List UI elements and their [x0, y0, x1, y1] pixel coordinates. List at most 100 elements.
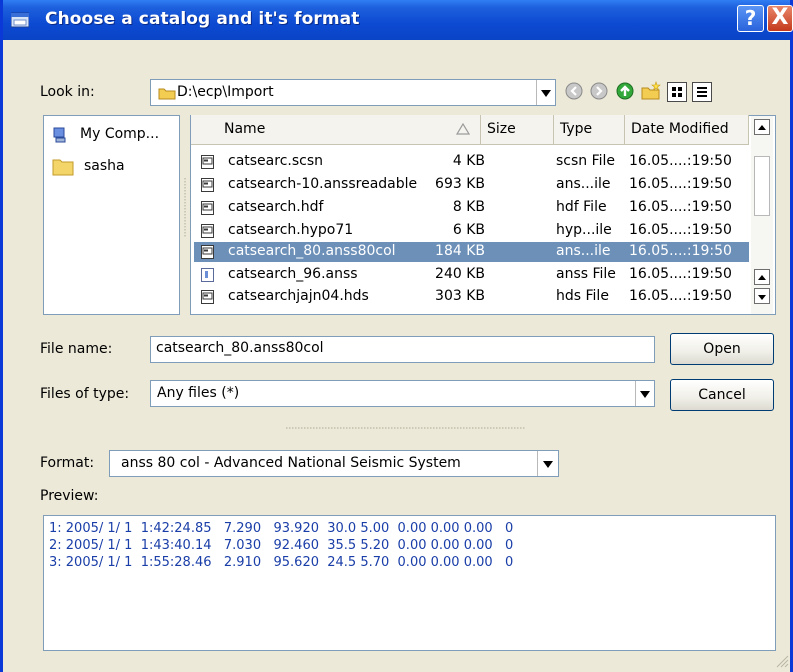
resize-grip[interactable]: [775, 654, 789, 668]
file-date: 16.05....:19:50: [629, 153, 732, 169]
column-header-name[interactable]: Name: [191, 115, 481, 145]
back-button[interactable]: [563, 80, 585, 102]
scroll-down-button[interactable]: [754, 288, 770, 304]
file-type: hdf File: [556, 199, 607, 215]
file-date: 16.05....:19:50: [629, 199, 732, 215]
file-row[interactable]: catsearc.scsn 4 KB scsn File 16.05....:1…: [194, 152, 749, 172]
file-size: 4 KB: [452, 153, 485, 169]
file-type: hds File: [556, 288, 609, 304]
format-combo[interactable]: anss 80 col - Advanced National Seismic …: [109, 450, 559, 477]
chevron-down-icon: [543, 461, 553, 468]
details-view-icon: [697, 87, 707, 97]
file-name: catsearch.hypo71: [228, 222, 354, 238]
place-label: sasha: [84, 158, 125, 174]
window-title: Choose a catalog and it's format: [45, 9, 360, 29]
format-dropdown-arrow[interactable]: [537, 451, 558, 476]
column-header-date[interactable]: Date Modified: [625, 115, 749, 145]
format-label: Format:: [40, 455, 95, 471]
look-in-label: Look in:: [40, 84, 95, 100]
file-date: 16.05....:19:50: [629, 243, 732, 259]
files-of-type-value: Any files (*): [157, 385, 240, 401]
file-name-label: File name:: [40, 341, 113, 357]
chevron-down-icon: [758, 295, 766, 300]
file-row[interactable]: catsearch.hypo71 6 KB hyp...ile 16.05...…: [194, 221, 749, 241]
file-date: 16.05....:19:50: [629, 288, 732, 304]
column-header-label: Name: [224, 121, 266, 137]
files-of-type-label: Files of type:: [40, 386, 130, 402]
new-folder-button[interactable]: [640, 80, 662, 102]
scroll-thumb[interactable]: [754, 156, 770, 216]
file-type: anss File: [556, 266, 616, 282]
preview-line: 1: 2005/ 1/ 1 1:42:24.85 7.290 93.920 30…: [49, 521, 514, 536]
folder-icon: [52, 159, 74, 176]
file-date: 16.05....:19:50: [629, 176, 732, 192]
file-row[interactable]: catsearch_96.anss 240 KB anss File 16.05…: [194, 265, 749, 285]
files-of-type-combo[interactable]: Any files (*): [150, 380, 655, 407]
files-of-type-dropdown-arrow[interactable]: [635, 381, 654, 406]
help-button[interactable]: ?: [737, 5, 764, 32]
file-size: 240 KB: [435, 266, 485, 282]
file-name: catsearchjajn04.hds: [228, 288, 369, 304]
file-row[interactable]: catsearchjajn04.hds 303 KB hds File 16.0…: [194, 287, 749, 307]
dialog-window: Choose a catalog and it's format ? X Loo…: [0, 0, 793, 672]
scroll-up-button[interactable]: [754, 269, 770, 285]
column-header-label: Type: [560, 121, 593, 137]
file-name: catsearc.scsn: [228, 153, 324, 169]
forward-icon: [590, 82, 608, 100]
file-size: 8 KB: [452, 199, 485, 215]
file-icon: [201, 224, 214, 238]
file-icon: [201, 201, 214, 215]
panel-splitter[interactable]: [183, 178, 187, 238]
open-button[interactable]: Open: [670, 333, 774, 365]
file-size: 303 KB: [435, 288, 485, 304]
chevron-down-icon: [541, 90, 551, 97]
file-date: 16.05....:19:50: [629, 266, 732, 282]
file-type: scsn File: [556, 153, 616, 169]
place-label: My Comp...: [80, 126, 160, 142]
places-panel: My Comp... sasha: [43, 115, 180, 315]
window-app-icon: [11, 12, 29, 28]
list-view-button[interactable]: [667, 82, 687, 102]
file-size: 693 KB: [435, 176, 485, 192]
chevron-up-icon: [758, 125, 766, 130]
sort-ascending-icon: [456, 123, 470, 135]
file-name: catsearch-10.anssreadable: [228, 176, 418, 192]
file-type: ans...ile: [556, 176, 611, 192]
file-icon: [201, 290, 214, 304]
up-folder-button[interactable]: [614, 80, 636, 102]
look-in-dropdown-arrow[interactable]: [536, 80, 555, 105]
look-in-combo[interactable]: D:\ecp\Import: [150, 79, 556, 106]
folder-icon: [158, 88, 176, 100]
list-view-icon: [672, 87, 682, 97]
preview-area[interactable]: 1: 2005/ 1/ 1 1:42:24.85 7.290 93.920 30…: [43, 515, 776, 651]
back-icon: [565, 82, 583, 100]
details-view-button[interactable]: [692, 82, 712, 102]
cancel-button[interactable]: Cancel: [670, 379, 774, 411]
file-icon: [201, 245, 214, 259]
forward-button[interactable]: [588, 80, 610, 102]
title-bar[interactable]: Choose a catalog and it's format ? X: [3, 0, 793, 40]
file-row[interactable]: catsearch-10.anssreadable 693 KB ans...i…: [194, 175, 749, 195]
horizontal-splitter[interactable]: [286, 426, 526, 430]
anss-file-icon: [201, 268, 214, 282]
file-type: hyp...ile: [556, 222, 612, 238]
file-type: ans...ile: [556, 243, 611, 259]
close-button[interactable]: X: [767, 5, 793, 32]
new-folder-icon: [641, 81, 661, 100]
file-size: 184 KB: [435, 243, 485, 259]
file-name: catsearch_96.anss: [228, 266, 358, 282]
chevron-up-icon: [758, 275, 766, 280]
up-arrow-icon: [616, 82, 634, 100]
file-list-scrollbar[interactable]: [751, 116, 773, 314]
format-value: anss 80 col - Advanced National Seismic …: [121, 455, 461, 471]
file-icon: [201, 178, 214, 192]
scroll-up-button[interactable]: [754, 119, 770, 135]
column-header-type[interactable]: Type: [554, 115, 625, 145]
column-header-label: Date Modified: [631, 121, 729, 137]
file-row[interactable]: catsearch.hdf 8 KB hdf File 16.05....:19…: [194, 198, 749, 218]
file-name-input[interactable]: catsearch_80.anss80col: [150, 336, 655, 363]
file-icon: [201, 155, 214, 169]
chevron-down-icon: [640, 391, 650, 398]
file-row-selected[interactable]: catsearch_80.anss80col 184 KB ans...ile …: [194, 242, 749, 262]
column-header-size[interactable]: Size: [481, 115, 554, 145]
